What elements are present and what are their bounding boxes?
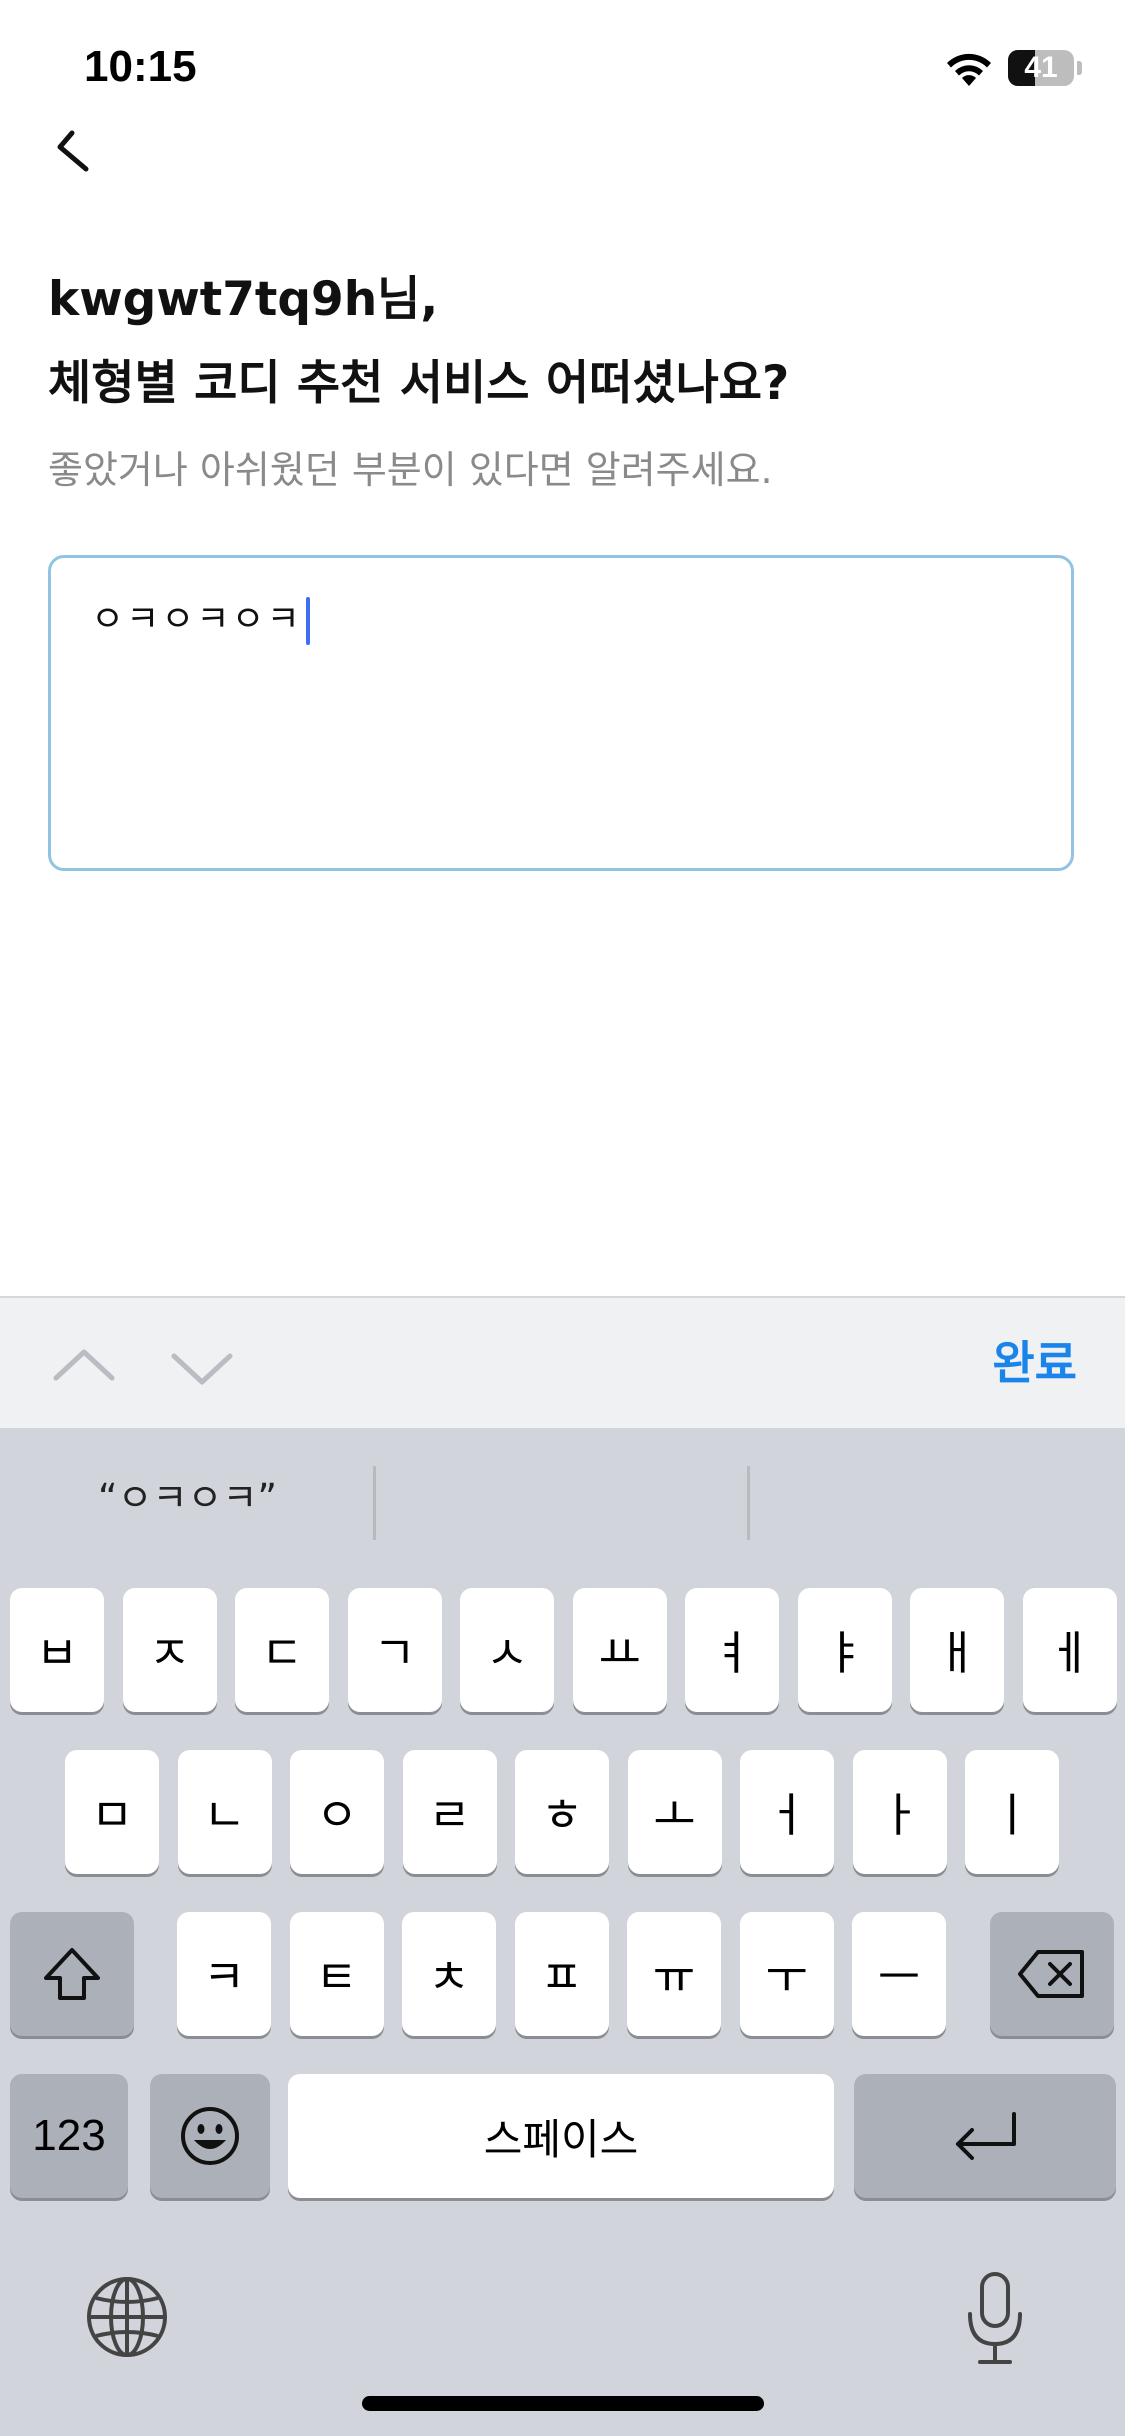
- key-label: ㅏ: [878, 1788, 921, 1842]
- space-key[interactable]: 스페이스: [288, 2074, 834, 2198]
- delete-key[interactable]: [990, 1912, 1114, 2036]
- key-row3-1[interactable]: ㅌ: [289, 1912, 384, 2036]
- space-key-label: 스페이스: [483, 2114, 639, 2164]
- key-label: ㅌ: [315, 1950, 358, 2004]
- key-row3-2[interactable]: ㅊ: [402, 1912, 496, 2036]
- key-row1-1[interactable]: ㅈ: [122, 1588, 217, 1712]
- back-button[interactable]: [40, 115, 110, 185]
- chevron-left-icon: [57, 130, 89, 172]
- key-row3-0[interactable]: ㅋ: [177, 1912, 271, 2036]
- key-row2-0[interactable]: ㅁ: [65, 1750, 159, 1874]
- chevron-up-icon[interactable]: [44, 1326, 124, 1406]
- key-label: ㅇ: [315, 1788, 359, 1842]
- key-label: ㄹ: [428, 1788, 471, 1842]
- key-row2-7[interactable]: ㅏ: [852, 1750, 947, 1874]
- globe-icon[interactable]: [82, 2272, 172, 2362]
- key-row1-4[interactable]: ㅅ: [460, 1588, 554, 1712]
- key-row3-4[interactable]: ㅠ: [627, 1912, 721, 2036]
- key-label: ㄱ: [373, 1626, 416, 1680]
- key-row2-4[interactable]: ㅎ: [515, 1750, 609, 1874]
- key-row3-5[interactable]: ㅜ: [739, 1912, 834, 2036]
- key-label: ㅈ: [148, 1626, 191, 1680]
- keyboard-toolbar: 완료: [0, 1296, 1125, 1430]
- key-label: ㅕ: [710, 1626, 754, 1680]
- title-greeting: kwgwt7tq9h님,: [48, 272, 439, 327]
- key-row1-7[interactable]: ㅑ: [797, 1588, 892, 1712]
- key-row3-3[interactable]: ㅍ: [514, 1912, 609, 2036]
- key-label: ㅓ: [765, 1788, 809, 1842]
- key-row2-8[interactable]: ㅣ: [965, 1750, 1059, 1874]
- title-question: 체형별 코디 추천 서비스 어떠셨나요?: [48, 356, 790, 411]
- battery-icon: 41: [1008, 50, 1074, 86]
- text-cursor: [305, 597, 310, 645]
- key-row1-5[interactable]: ㅛ: [572, 1588, 667, 1712]
- key-label: ㅑ: [823, 1626, 866, 1680]
- key-row1-2[interactable]: ㄷ: [235, 1588, 329, 1712]
- key-row1-9[interactable]: ㅔ: [1022, 1588, 1117, 1712]
- key-label: ㅍ: [540, 1950, 583, 2004]
- battery-level: 41: [1024, 51, 1058, 84]
- battery-cap: [1077, 61, 1082, 75]
- page-subtitle: 좋았거나 아쉬웠던 부분이 있다면 알려주세요.: [48, 448, 773, 492]
- key-row2-6[interactable]: ㅓ: [740, 1750, 834, 1874]
- key-label: ㅠ: [652, 1950, 696, 2004]
- key-label: ㅁ: [90, 1788, 134, 1842]
- key-row1-0[interactable]: ㅂ: [10, 1588, 104, 1712]
- suggestion-bar: “ㅇㅋㅇㅋ”: [0, 1428, 1125, 1578]
- suggestion-1[interactable]: “ㅇㅋㅇㅋ”: [0, 1458, 375, 1538]
- key-label: ㅐ: [935, 1626, 979, 1680]
- key-label: ㄷ: [260, 1626, 304, 1680]
- feedback-textarea-value: ㅇㅋㅇㅋㅇㅋ: [91, 594, 310, 646]
- done-button[interactable]: 완료: [992, 1328, 1077, 1398]
- key-row1-3[interactable]: ㄱ: [347, 1588, 442, 1712]
- key-row1-6[interactable]: ㅕ: [685, 1588, 779, 1712]
- suggestion-3[interactable]: [750, 1458, 1125, 1538]
- status-bar: 10:15 41: [0, 0, 1125, 140]
- key-row1-8[interactable]: ㅐ: [910, 1588, 1004, 1712]
- key-label: ㅊ: [427, 1950, 471, 2004]
- key-label: ㅎ: [540, 1788, 584, 1842]
- key-label: ㅅ: [485, 1626, 529, 1680]
- key-label: ㄴ: [203, 1788, 246, 1842]
- key-row2-2[interactable]: ㅇ: [290, 1750, 384, 1874]
- backspace-icon: [1018, 1950, 1084, 1998]
- key-label: ㅛ: [598, 1626, 641, 1680]
- key-label: ㅜ: [765, 1950, 808, 2004]
- suggestion-2[interactable]: [375, 1458, 750, 1538]
- key-label: ㅔ: [1048, 1626, 1091, 1680]
- shift-icon: [44, 1948, 100, 2000]
- shift-key[interactable]: [10, 1912, 134, 2036]
- page-title: kwgwt7tq9h님, 체형별 코디 추천 서비스 어떠셨나요?: [48, 258, 1078, 426]
- return-icon: [956, 2112, 1016, 2160]
- numbers-key[interactable]: 123: [10, 2074, 128, 2198]
- key-label: ㅣ: [990, 1788, 1034, 1842]
- key-label: ㅗ: [653, 1788, 696, 1842]
- key-row2-5[interactable]: ㅗ: [627, 1750, 722, 1874]
- return-key[interactable]: [854, 2074, 1116, 2198]
- key-row2-1[interactable]: ㄴ: [177, 1750, 272, 1874]
- feedback-text: ㅇㅋㅇㅋㅇㅋ: [91, 599, 302, 640]
- key-label: ㅂ: [35, 1626, 79, 1680]
- microphone-icon[interactable]: [960, 2268, 1030, 2368]
- key-label: ㅡ: [877, 1950, 921, 2004]
- feedback-textarea[interactable]: ㅇㅋㅇㅋㅇㅋ: [48, 555, 1074, 871]
- key-row2-3[interactable]: ㄹ: [402, 1750, 497, 1874]
- key-label: ㅋ: [202, 1950, 246, 2004]
- status-time: 10:15: [84, 42, 197, 91]
- key-row3-6[interactable]: ㅡ: [852, 1912, 946, 2036]
- numbers-key-label: 123: [32, 2111, 106, 2160]
- emoji-icon: [181, 2107, 239, 2165]
- chevron-down-icon[interactable]: [162, 1326, 242, 1406]
- emoji-key[interactable]: [150, 2074, 270, 2198]
- wifi-icon: [947, 53, 991, 86]
- home-indicator: [362, 2396, 764, 2411]
